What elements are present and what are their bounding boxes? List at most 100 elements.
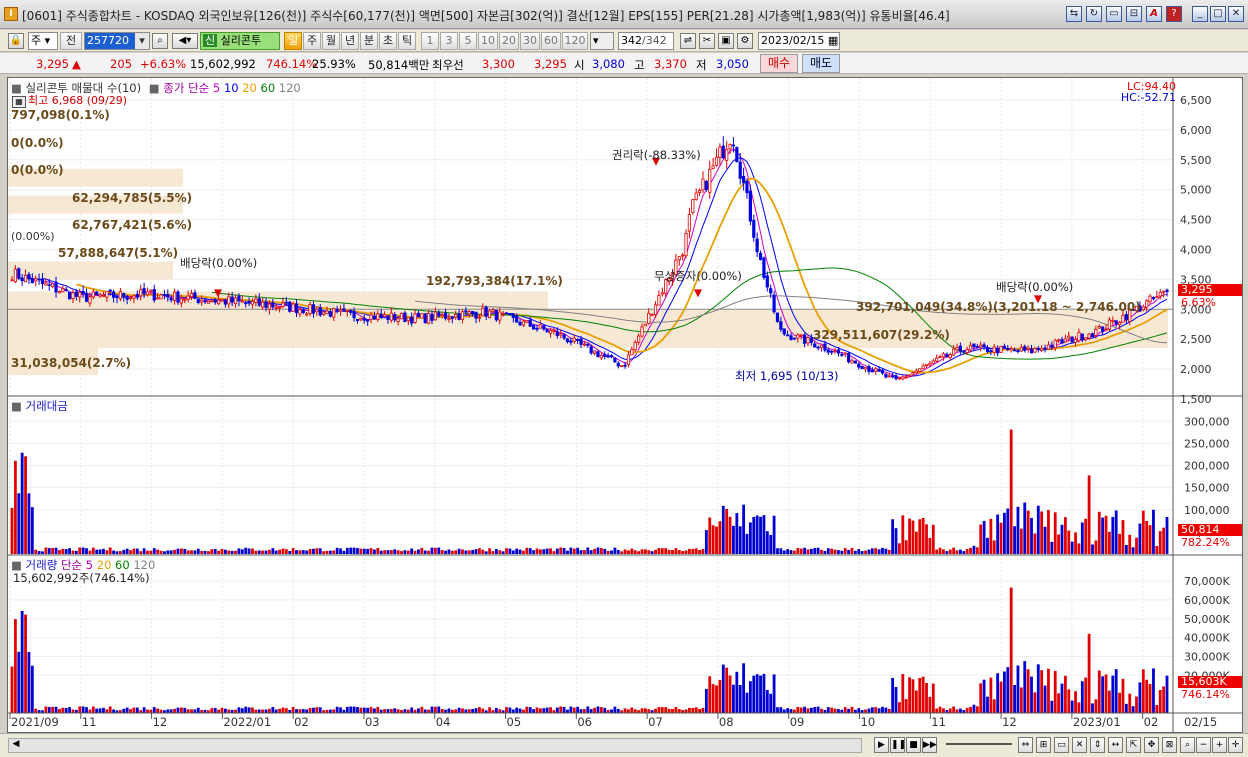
amount-bar (965, 548, 969, 554)
candle (535, 327, 539, 330)
grid-icon[interactable]: ⊠ (1162, 737, 1177, 753)
interval-3[interactable]: 3 (440, 32, 458, 50)
count-field[interactable]: 342/342 (618, 32, 674, 50)
period-year[interactable]: 년 (341, 32, 359, 50)
zoom-slider[interactable] (946, 743, 1012, 745)
period-minute[interactable]: 분 (360, 32, 378, 50)
scroll-left-icon[interactable]: ◀ (9, 739, 23, 752)
close-button[interactable]: ✕ (1228, 6, 1244, 22)
price-tick-label: 2,000 (1180, 363, 1212, 376)
candle (769, 288, 773, 294)
stop-icon[interactable]: ■ (906, 737, 921, 753)
pin-icon[interactable]: ⇌ (680, 33, 696, 49)
amount-bar (735, 513, 739, 554)
speaker-icon[interactable]: ◀▾ (172, 33, 198, 49)
tools-icon[interactable]: ✂ (699, 33, 715, 49)
candle (796, 334, 800, 339)
stock-name-field[interactable]: 신 실리콘투 (200, 32, 280, 50)
amount-bar (1084, 518, 1088, 554)
period-week[interactable]: 주 (303, 32, 321, 50)
volume-bar (471, 708, 475, 713)
candle (149, 289, 153, 292)
volume-bar (1067, 689, 1071, 713)
interval-120[interactable]: 120 (562, 32, 588, 50)
prev-button[interactable]: 전 (60, 32, 82, 50)
period-month[interactable]: 월 (322, 32, 340, 50)
arrows-icon[interactable]: ⇕ (1090, 737, 1105, 753)
chart-canvas[interactable]: 6,5006,0005,5005,0004,5004,0003,5003,000… (8, 78, 1242, 732)
amount-bar (667, 549, 671, 554)
maximize-button[interactable]: □ (1210, 6, 1226, 22)
x-axis-right-label: 02/15 (1184, 715, 1218, 729)
period-second[interactable]: 초 (379, 32, 397, 50)
candle (847, 353, 851, 363)
volume-bar (142, 707, 146, 713)
cross-icon[interactable]: ✕ (1072, 737, 1087, 753)
zoom-out-icon[interactable]: − (1196, 737, 1211, 753)
period-tick[interactable]: 틱 (398, 32, 416, 50)
scale-icon[interactable]: ↔ (1108, 737, 1123, 753)
volume-bar (217, 709, 221, 713)
horizontal-scrollbar[interactable]: ◀ (8, 738, 862, 753)
date-input[interactable]: 2023/02/15 ▦ (758, 32, 840, 50)
amount-bar (833, 549, 837, 554)
expand-icon[interactable]: ✛ (1228, 737, 1243, 753)
stock-code-input[interactable]: 257720 ▾ (84, 32, 150, 50)
volume-bar (728, 675, 732, 713)
settings-icon[interactable]: ⚙ (737, 33, 753, 49)
search-icon[interactable]: ⌕ (152, 33, 168, 49)
amount-legend-label[interactable]: 거래대금 (26, 399, 68, 413)
period-day[interactable]: 일 (284, 32, 302, 50)
amount-bar (613, 547, 617, 554)
candle (545, 329, 549, 333)
interval-30[interactable]: 30 (520, 32, 540, 50)
candle (338, 309, 343, 312)
shrink-icon[interactable]: ▭ (1054, 737, 1069, 753)
play-icon[interactable]: ▶ (874, 737, 889, 753)
interval-1[interactable]: 1 (421, 32, 439, 50)
select-icon[interactable]: ⇱ (1126, 737, 1141, 753)
volume-bar (328, 709, 332, 713)
candle (230, 296, 234, 303)
interval-20[interactable]: 20 (499, 32, 519, 50)
ruler-icon[interactable]: ⊞ (1036, 737, 1051, 753)
refresh-icon[interactable]: ↻ (1086, 6, 1102, 22)
candle (67, 291, 72, 300)
save-icon[interactable]: ▣ (718, 33, 734, 49)
candle (264, 301, 268, 308)
interval-60[interactable]: 60 (541, 32, 561, 50)
minimize-tray-icon[interactable]: ⊟ (1126, 6, 1142, 22)
amount-bar (681, 551, 685, 554)
interval-10[interactable]: 10 (478, 32, 498, 50)
minimize-button[interactable]: _ (1192, 6, 1208, 22)
chart-area[interactable]: 6,500 6,000 5,500 5,000 4,500 4,000 3,500 3,000… (7, 77, 1243, 733)
volume-bar (244, 706, 248, 713)
fast-forward-icon[interactable]: ▶▶ (922, 737, 937, 753)
market-select[interactable]: 주 ▾ (28, 32, 58, 50)
candle (681, 254, 685, 257)
pan-icon[interactable]: ✥ (1144, 737, 1159, 753)
search-zoom-icon[interactable]: ⌕ (1180, 737, 1195, 753)
table-icon[interactable]: ▦ (12, 96, 26, 108)
ma-legend-label[interactable]: 종가 단순 (163, 81, 209, 95)
volume-bar (667, 708, 671, 713)
help-icon[interactable]: ? (1166, 6, 1182, 22)
zoom-fit-icon[interactable]: ⇔ (1018, 737, 1033, 753)
volume-bar (643, 708, 647, 713)
volume-bar (1019, 687, 1023, 713)
amount-bar (95, 549, 99, 554)
font-icon[interactable]: A (1146, 6, 1162, 22)
interval-dropdown[interactable]: ▾ (590, 32, 614, 50)
candle (122, 293, 126, 298)
lock-icon[interactable]: 🔒 (8, 33, 24, 49)
bottom-navigator: ◀ ▶ ❚❚ ■ ▶▶ ⇔ ⊞ ▭ ✕ ⇕ ↔ ⇱ ✥ ⊠ ⌕ − + ✛ (0, 733, 1248, 757)
link-icon[interactable]: ⇆ (1066, 6, 1082, 22)
pause-icon[interactable]: ❚❚ (890, 737, 906, 753)
zoom-in-icon[interactable]: + (1212, 737, 1227, 753)
sell-button[interactable]: 매도 (802, 54, 840, 73)
interval-5[interactable]: 5 (459, 32, 477, 50)
amount-bar (1108, 531, 1111, 554)
volume-bar (989, 677, 993, 713)
buy-button[interactable]: 매수 (760, 54, 798, 73)
window-icon[interactable]: ▭ (1106, 6, 1122, 22)
